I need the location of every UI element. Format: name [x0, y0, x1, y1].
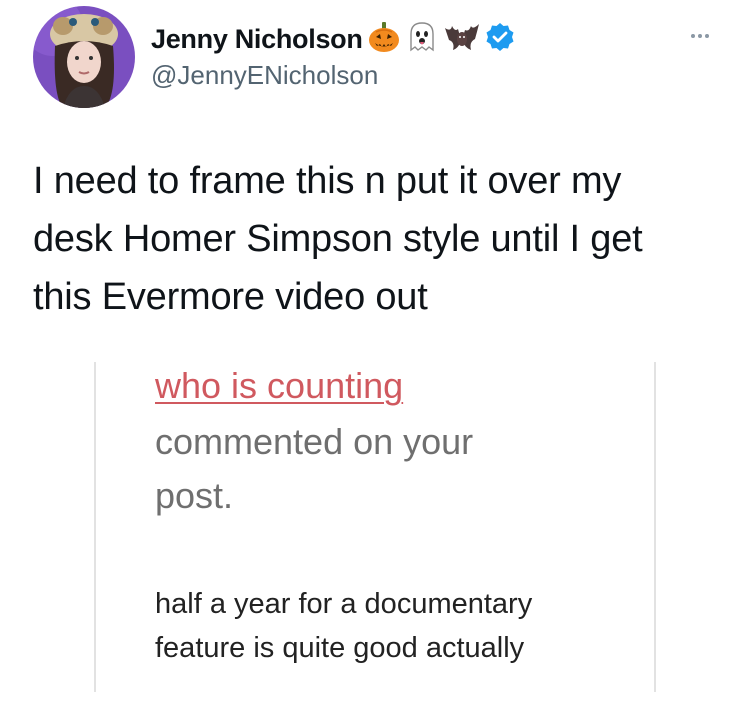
image-right-border [654, 362, 656, 692]
more-dot-icon [698, 34, 702, 38]
author-handle[interactable]: @JennyENicholson [151, 60, 378, 91]
tweet-text-line: desk Homer Simpson style until I get [33, 218, 643, 260]
more-dot-icon [691, 34, 695, 38]
avatar[interactable] [33, 6, 135, 108]
commented-notice: commented on your post. [155, 415, 595, 523]
comment-line: feature is quite good actually [155, 632, 525, 664]
tweet-media-image[interactable]: who is counting commented on your post. … [94, 360, 656, 694]
commented-notice-line: post. [155, 475, 234, 516]
jack-o-lantern-icon [367, 20, 401, 59]
commented-notice-line: commented on your [155, 421, 474, 462]
commenter-name-link: who is counting [155, 365, 404, 406]
avatar-image [33, 6, 135, 108]
ghost-icon [405, 20, 439, 59]
bat-icon [443, 20, 481, 59]
comment-body: half a year for a documentary feature is… [155, 582, 625, 670]
more-options-button[interactable] [680, 23, 720, 49]
author-name-row: Jenny Nicholson [151, 20, 515, 58]
image-left-border [94, 362, 96, 692]
comment-line: half a year for a documentary [155, 588, 533, 620]
more-dot-icon [705, 34, 709, 38]
verified-badge-icon [485, 22, 515, 57]
tweet-text: I need to frame this n put it over my de… [33, 152, 733, 326]
tweet-text-line: I need to frame this n put it over my [33, 160, 622, 202]
tweet-text-line: this Evermore video out [33, 276, 428, 318]
display-name[interactable]: Jenny Nicholson [151, 24, 363, 55]
